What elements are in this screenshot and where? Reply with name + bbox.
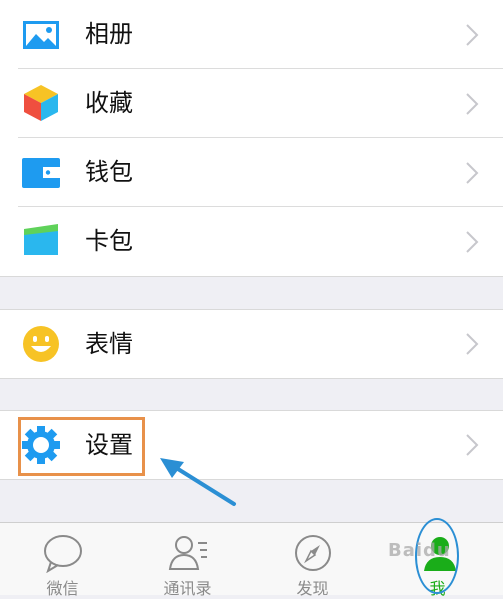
wallet-icon: [22, 158, 60, 188]
baidu-watermark: Baidu: [388, 540, 451, 561]
chevron-right-icon: [466, 24, 479, 46]
favorites-cube-icon: [24, 85, 58, 121]
menu-label-album: 相册: [85, 20, 133, 48]
tab-label-discover: 发现: [296, 579, 329, 598]
menu-item-favorites[interactable]: 收藏: [0, 69, 503, 138]
menu-label-cards: 卡包: [85, 227, 133, 255]
compass-icon: [295, 535, 331, 571]
chat-bubble-icon: [44, 535, 82, 573]
tab-label-contacts: 通讯录: [163, 579, 212, 598]
chevron-right-icon: [466, 333, 479, 355]
chevron-right-icon: [466, 434, 479, 456]
card-pack-icon: [24, 224, 58, 255]
menu-label-stickers: 表情: [85, 330, 133, 358]
annotation-arrow: [160, 458, 236, 506]
tab-discover[interactable]: 发现: [250, 523, 375, 598]
chevron-right-icon: [466, 93, 479, 115]
chevron-right-icon: [466, 231, 479, 253]
tab-label-chats: 微信: [46, 579, 79, 598]
menu-item-album[interactable]: 相册: [0, 0, 503, 69]
menu-item-stickers[interactable]: 表情: [0, 310, 503, 378]
settings-highlight-box: [18, 417, 145, 476]
menu-label-favorites: 收藏: [85, 89, 133, 117]
menu-item-cards[interactable]: 卡包: [0, 207, 503, 276]
menu-group-stickers: 表情: [0, 309, 503, 379]
menu-label-wallet: 钱包: [85, 158, 133, 186]
tab-contacts[interactable]: 通讯录: [125, 523, 250, 598]
menu-item-wallet[interactable]: 钱包: [0, 138, 503, 207]
tab-chats[interactable]: 微信: [0, 523, 125, 598]
menu-group-primary: 相册 收藏 钱包 卡包: [0, 0, 503, 277]
chevron-right-icon: [466, 162, 479, 184]
contacts-icon: [168, 536, 207, 570]
album-icon: [23, 21, 59, 49]
smiley-icon: [23, 326, 59, 362]
